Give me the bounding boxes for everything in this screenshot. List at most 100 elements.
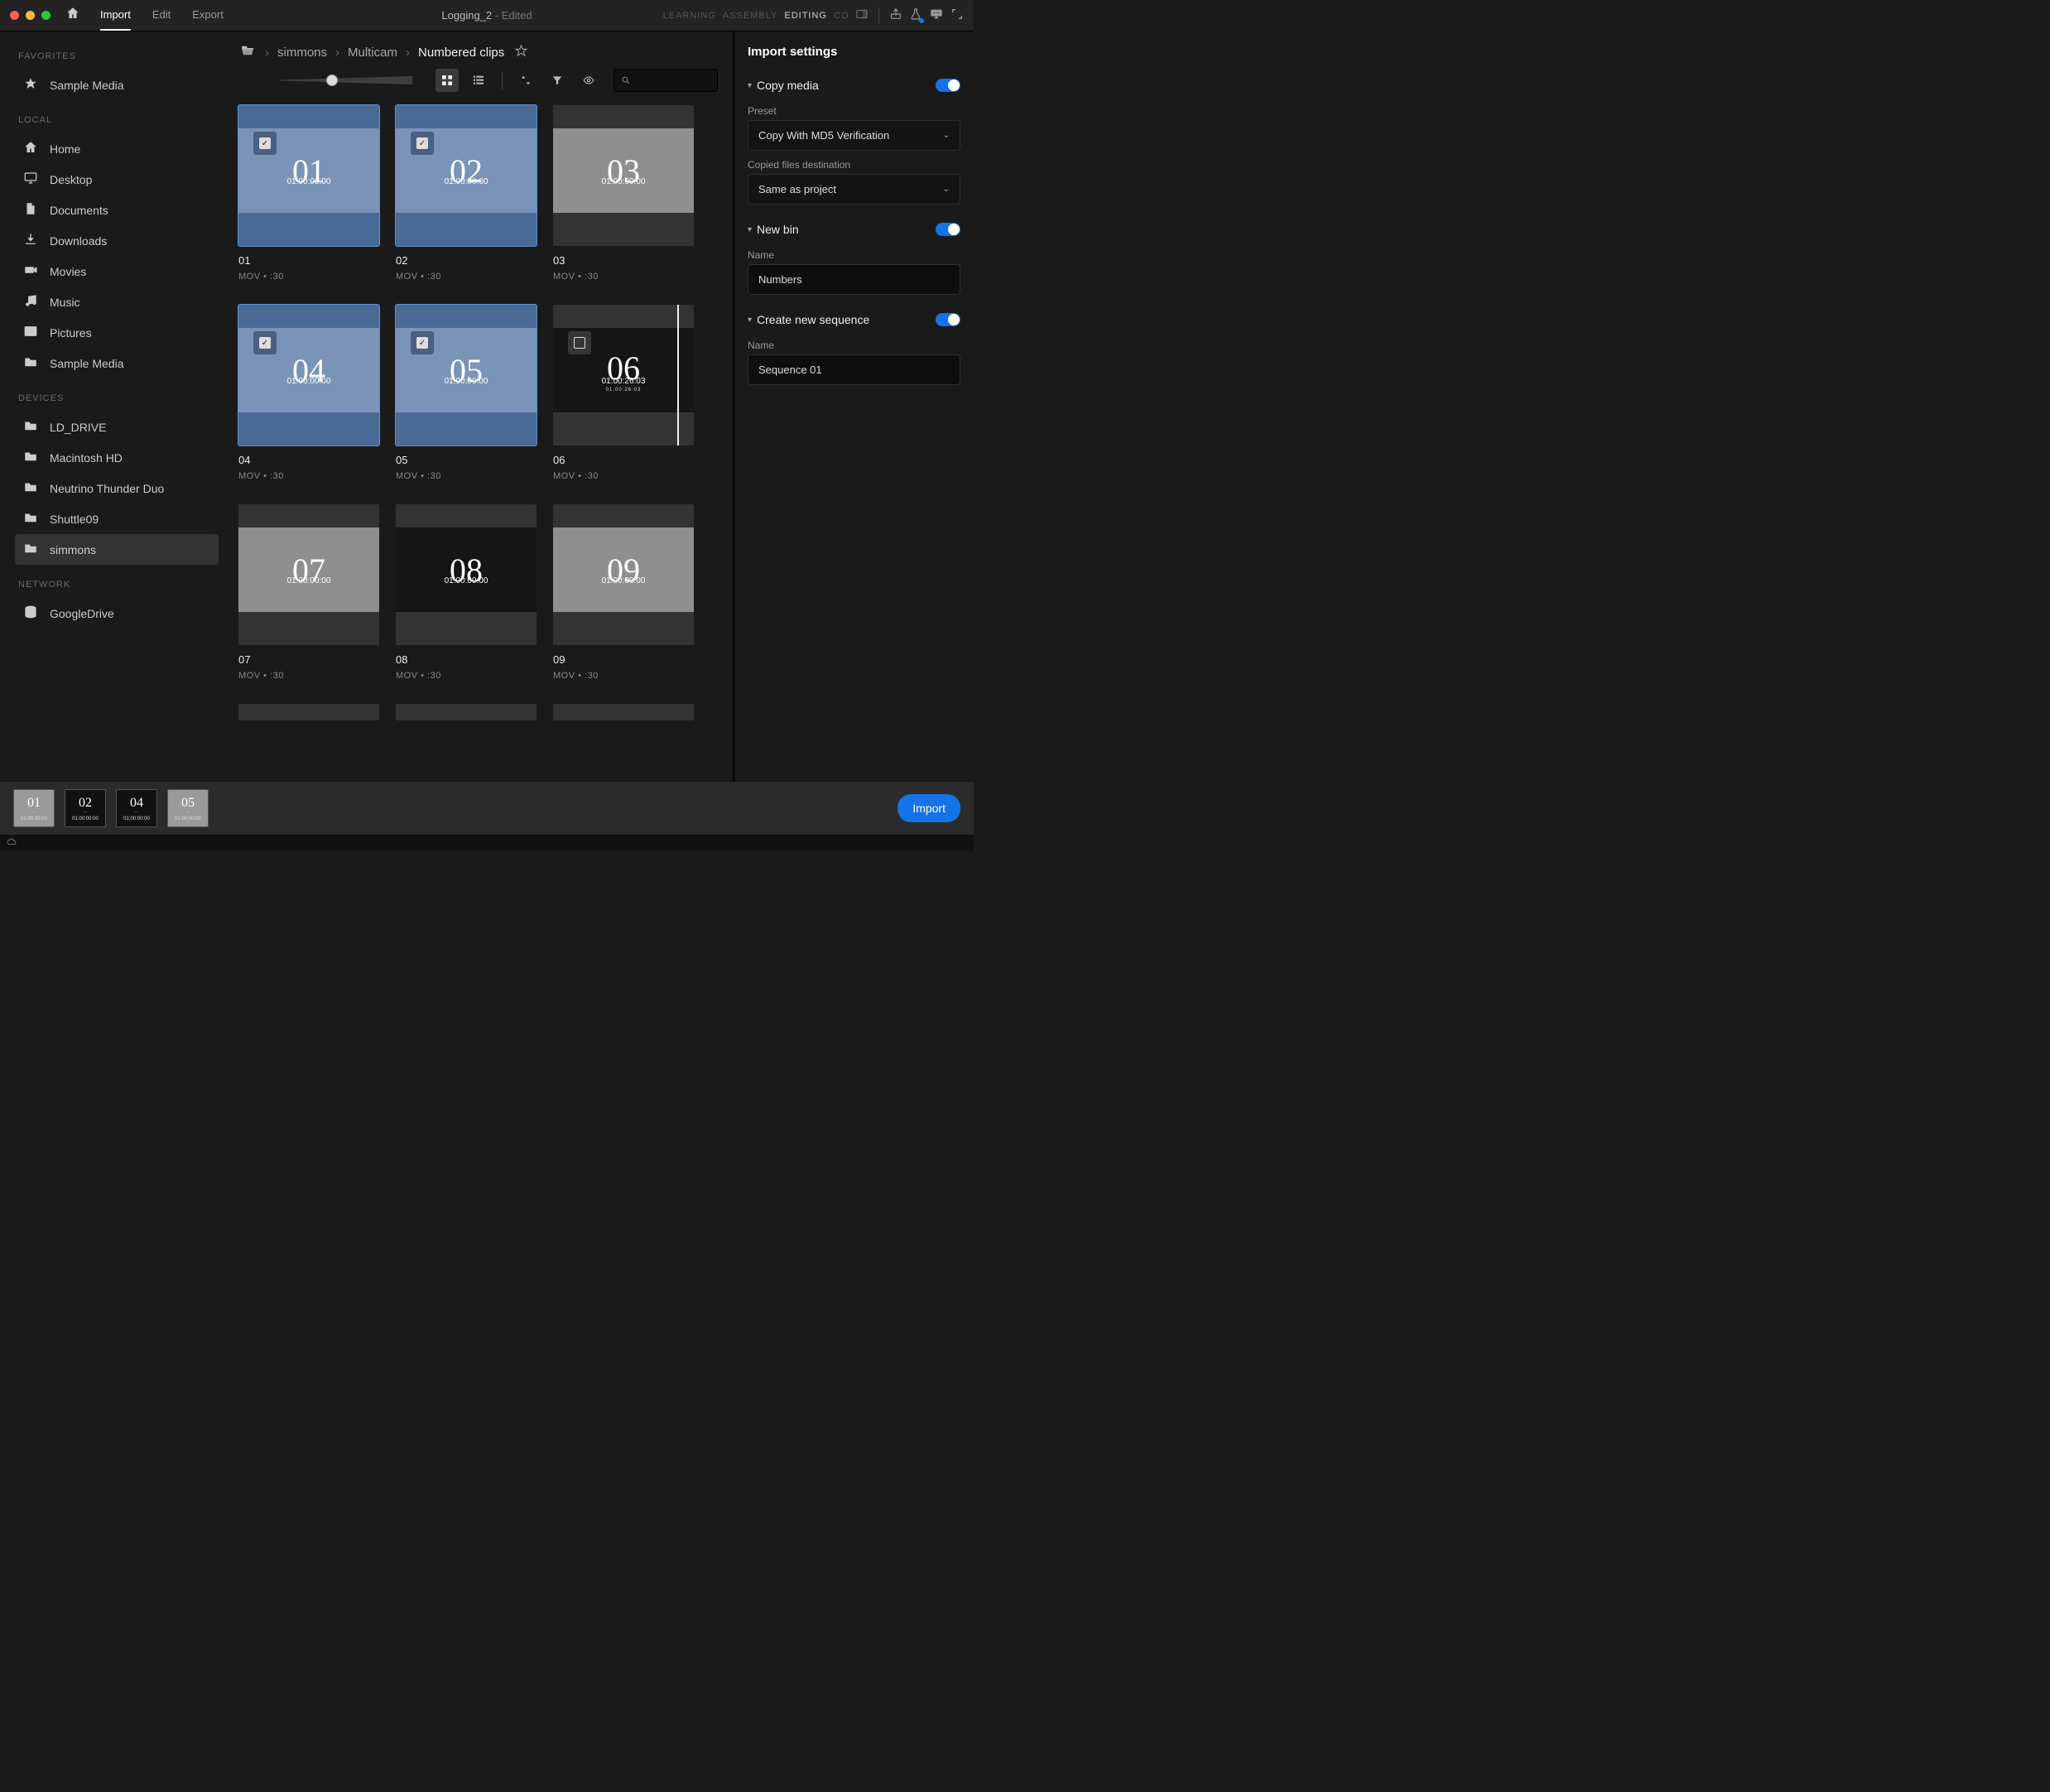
clip-thumbnail[interactable]: 05 01:00:00:00✓ bbox=[396, 305, 537, 446]
clip-meta: MOV • :30 bbox=[238, 671, 379, 681]
comments-icon[interactable] bbox=[929, 7, 944, 23]
new-bin-toggle[interactable] bbox=[936, 223, 960, 236]
creative-cloud-icon[interactable] bbox=[5, 837, 18, 850]
search-input[interactable] bbox=[636, 75, 710, 87]
scrub-area[interactable] bbox=[396, 422, 537, 446]
clip-thumbnail[interactable]: 07 01:00:00:00 bbox=[238, 504, 379, 645]
sidebar-item-neutrino-thunder-duo[interactable]: Neutrino Thunder Duo bbox=[15, 473, 219, 503]
sort-button[interactable] bbox=[514, 69, 537, 92]
star-icon bbox=[23, 76, 38, 94]
tab-import[interactable]: Import bbox=[100, 0, 131, 31]
scrub-area[interactable] bbox=[553, 422, 694, 446]
clip-timecode: 01:00:00:00 bbox=[238, 375, 379, 388]
sidebar-item-music[interactable]: Music bbox=[15, 287, 219, 317]
playhead[interactable] bbox=[677, 305, 679, 446]
setting-new-sequence[interactable]: ▾ Create new sequence bbox=[748, 308, 960, 331]
sidebar-item-macintosh-hd[interactable]: Macintosh HD bbox=[15, 442, 219, 473]
seq-name-input[interactable]: Sequence 01 bbox=[748, 354, 960, 385]
clip-thumbnail[interactable] bbox=[553, 704, 694, 720]
maximize-window[interactable] bbox=[41, 11, 51, 20]
document-title: Logging_2 - Edited bbox=[441, 9, 532, 22]
sidebar-item-ld_drive[interactable]: LD_DRIVE bbox=[15, 412, 219, 442]
destination-select[interactable]: Same as project ⌄ bbox=[748, 174, 960, 205]
scrub-area[interactable] bbox=[553, 223, 694, 246]
document-name: Logging_2 bbox=[441, 9, 492, 22]
tray-thumb-05[interactable]: 05···01:00:00:00 bbox=[167, 789, 209, 827]
section-local: LOCAL bbox=[18, 115, 219, 125]
workspace-color[interactable]: CO bbox=[834, 11, 849, 21]
clip-thumbnail[interactable] bbox=[238, 704, 379, 720]
scrub-area[interactable] bbox=[238, 422, 379, 446]
sidebar-item-desktop[interactable]: Desktop bbox=[15, 164, 219, 195]
clip-thumbnail[interactable]: 03 01:00:00:00 bbox=[553, 105, 694, 246]
clip-thumbnail[interactable]: 0601:00:26:0301:00:26:03 bbox=[553, 305, 694, 446]
tab-edit[interactable]: Edit bbox=[152, 0, 171, 31]
fullscreen-icon[interactable] bbox=[950, 7, 964, 23]
minimize-window[interactable] bbox=[26, 11, 35, 20]
scrub-area[interactable] bbox=[238, 223, 379, 246]
tray-thumb-01[interactable]: 01···01:00:00:00 bbox=[13, 789, 55, 827]
workspace-learning[interactable]: LEARNING bbox=[663, 11, 716, 21]
clip-thumbnail[interactable]: 04 01:00:00:00✓ bbox=[238, 305, 379, 446]
close-window[interactable] bbox=[10, 11, 19, 20]
scrub-area[interactable] bbox=[396, 223, 537, 246]
home-button[interactable] bbox=[65, 6, 80, 25]
setting-copy-media[interactable]: ▾ Copy media bbox=[748, 74, 960, 97]
sidebar-item-movies[interactable]: Movies bbox=[15, 256, 219, 287]
clip-thumbnail[interactable]: 02 01:00:00:00✓ bbox=[396, 105, 537, 246]
tray-thumb-04[interactable]: 04···01:00:00:00 bbox=[116, 789, 157, 827]
sidebar-item-shuttle09[interactable]: Shuttle09 bbox=[15, 503, 219, 534]
sidebar-item-sample-media[interactable]: Sample Media bbox=[15, 348, 219, 378]
sidebar-item-sample-media[interactable]: Sample Media bbox=[15, 70, 219, 100]
scrub-area[interactable] bbox=[238, 622, 379, 645]
copy-media-toggle[interactable] bbox=[936, 79, 960, 92]
scrub-area[interactable] bbox=[553, 622, 694, 645]
select-checkbox[interactable]: ✓ bbox=[253, 132, 277, 155]
sidebar-item-googledrive[interactable]: GoogleDrive bbox=[15, 598, 219, 629]
filter-button[interactable] bbox=[546, 69, 569, 92]
workspace-editing[interactable]: EDITING bbox=[784, 11, 827, 21]
zoom-handle[interactable] bbox=[326, 75, 338, 86]
favorite-star-icon[interactable] bbox=[514, 44, 528, 62]
sidebar-item-downloads[interactable]: Downloads bbox=[15, 225, 219, 256]
import-button[interactable]: Import bbox=[897, 794, 960, 822]
clip-thumbnail[interactable] bbox=[396, 704, 537, 720]
sidebar-item-pictures[interactable]: Pictures bbox=[15, 317, 219, 348]
sidebar-item-home[interactable]: Home bbox=[15, 133, 219, 164]
workspace-assembly[interactable]: ASSEMBLY bbox=[723, 11, 778, 21]
breadcrumb-item-2[interactable]: Numbered clips bbox=[418, 46, 504, 60]
grid-view-button[interactable] bbox=[436, 69, 459, 92]
scrub-area[interactable] bbox=[396, 622, 537, 645]
select-checkbox[interactable]: ✓ bbox=[411, 331, 434, 354]
sidebar-item-documents[interactable]: Documents bbox=[15, 195, 219, 225]
breadcrumb-item-1[interactable]: Multicam bbox=[348, 46, 397, 60]
workspace-overflow-icon[interactable] bbox=[855, 7, 869, 23]
top-right-controls: LEARNING ASSEMBLY EDITING CO bbox=[663, 7, 974, 24]
new-seq-toggle[interactable] bbox=[936, 313, 960, 326]
clip-thumbnail[interactable]: 01 01:00:00:00✓ bbox=[238, 105, 379, 246]
chevron-down-icon: ▾ bbox=[748, 81, 752, 90]
tab-export[interactable]: Export bbox=[192, 0, 224, 31]
search-box[interactable] bbox=[614, 69, 718, 92]
preset-select[interactable]: Copy With MD5 Verification ⌄ bbox=[748, 120, 960, 151]
folder-open-icon[interactable] bbox=[238, 43, 257, 62]
tray-thumb-02[interactable]: 02···01:00:00:00 bbox=[65, 789, 106, 827]
clip-thumbnail[interactable]: 09 01:00:00:00 bbox=[553, 504, 694, 645]
bin-name-input[interactable]: Numbers bbox=[748, 264, 960, 295]
sidebar-item-simmons[interactable]: simmons bbox=[15, 534, 219, 565]
clip-subtext: 01:00:26:03 bbox=[606, 388, 642, 393]
quick-export-icon[interactable] bbox=[909, 7, 922, 23]
thumbnail-zoom-slider[interactable] bbox=[280, 75, 412, 86]
clip-meta: MOV • :30 bbox=[396, 272, 537, 282]
breadcrumb-item-0[interactable]: simmons bbox=[277, 46, 327, 60]
share-icon[interactable] bbox=[889, 7, 902, 23]
select-checkbox[interactable] bbox=[568, 331, 591, 354]
setting-new-bin[interactable]: ▾ New bin bbox=[748, 218, 960, 241]
select-checkbox[interactable]: ✓ bbox=[411, 132, 434, 155]
select-checkbox[interactable]: ✓ bbox=[253, 331, 277, 354]
clip-timecode: 01:00:00:00 bbox=[396, 176, 537, 188]
list-view-button[interactable] bbox=[467, 69, 490, 92]
clip-grid-scroll[interactable]: 01 01:00:00:00✓01MOV • :3002 01:00:00:00… bbox=[224, 100, 733, 782]
clip-thumbnail[interactable]: 08 01:00:00:00 bbox=[396, 504, 537, 645]
visibility-button[interactable] bbox=[577, 69, 600, 92]
